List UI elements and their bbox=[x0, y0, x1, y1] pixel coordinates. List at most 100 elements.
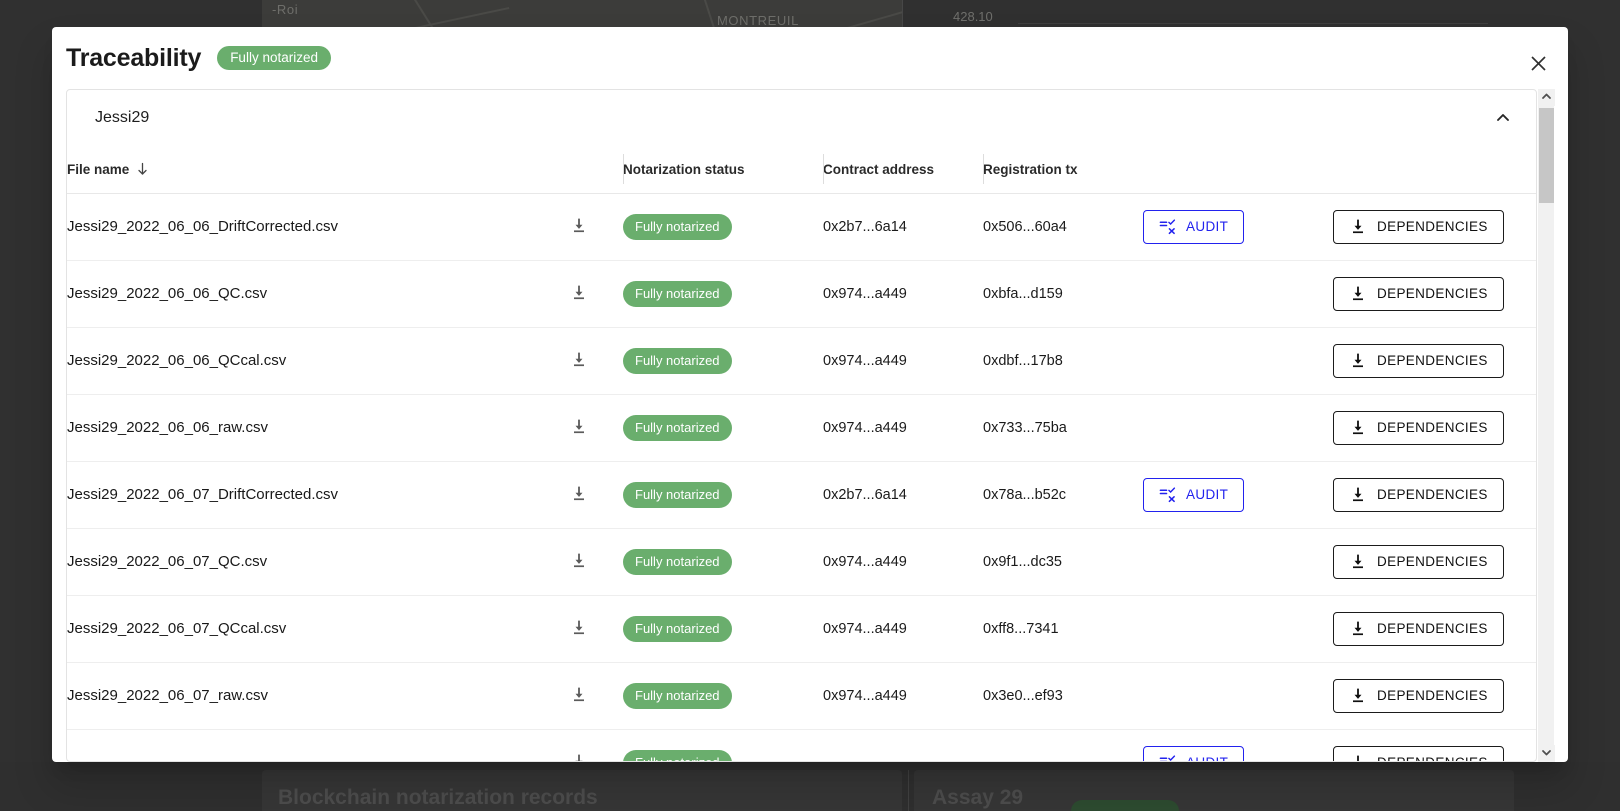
background-heading-records: Blockchain notarization records bbox=[278, 786, 598, 809]
audit-button[interactable]: AUDIT bbox=[1143, 477, 1245, 512]
audit-button-label: AUDIT bbox=[1186, 487, 1229, 502]
cell-dependencies: DEPENDENCIES bbox=[1333, 193, 1536, 260]
cell-contract-address: 0x974...a449 bbox=[823, 527, 983, 595]
dependencies-button-label: DEPENDENCIES bbox=[1377, 688, 1488, 703]
status-badge: Fully notarized bbox=[623, 280, 732, 307]
dependencies-button[interactable]: DEPENDENCIES bbox=[1333, 410, 1504, 445]
cell-contract-address: 0x2b7...6a14 bbox=[823, 460, 983, 528]
dependencies-button[interactable]: DEPENDENCIES bbox=[1333, 745, 1504, 761]
dependencies-button[interactable]: DEPENDENCIES bbox=[1333, 611, 1504, 646]
traceability-dialog: Traceability Fully notarized Jessi29 Fil… bbox=[52, 27, 1568, 762]
download-icon[interactable] bbox=[567, 281, 591, 305]
cell-file-name: Jessi29_2022_06_06_DriftCorrected.csv bbox=[67, 218, 338, 235]
scrollbar-up-button[interactable] bbox=[1538, 89, 1555, 106]
download-icon[interactable] bbox=[567, 348, 591, 372]
close-button[interactable] bbox=[1524, 49, 1552, 77]
map-label-roi: -Roi bbox=[272, 2, 299, 17]
group-header-jessi29[interactable]: Jessi29 bbox=[67, 90, 1536, 146]
dependencies-button[interactable]: DEPENDENCIES bbox=[1333, 276, 1504, 311]
table-row: Jessi29_2022_06_07_QCcal.csv Fully notari… bbox=[67, 594, 1536, 662]
cell-registration-tx: 0xdbf...17b8 bbox=[983, 326, 1143, 394]
cell-audit bbox=[1143, 326, 1333, 394]
cell-contract-address: 0x2b7...6a14 bbox=[823, 218, 907, 235]
audit-button-label: AUDIT bbox=[1186, 219, 1229, 234]
download-icon bbox=[1349, 419, 1367, 437]
dependencies-button[interactable]: DEPENDENCIES bbox=[1333, 209, 1504, 244]
cell-dependencies: DEPENDENCIES bbox=[1333, 259, 1536, 327]
column-label-contract-address: Contract address bbox=[823, 161, 935, 177]
audit-button-label: AUDIT bbox=[1186, 755, 1228, 761]
download-icon bbox=[1349, 754, 1367, 761]
dependencies-button-label: DEPENDENCIES bbox=[1377, 286, 1488, 301]
download-icon[interactable] bbox=[567, 683, 591, 707]
column-label-file-name: File name bbox=[67, 161, 130, 177]
cell-file-name: Jessi29_2022_06_06_QCcal.csv bbox=[67, 326, 567, 394]
dependencies-button-label: DEPENDENCIES bbox=[1377, 219, 1488, 234]
dependencies-button-label: DEPENDENCIES bbox=[1377, 353, 1488, 368]
table-head: File name Notarization status Contract a… bbox=[67, 146, 1536, 194]
rule-icon bbox=[1159, 754, 1176, 761]
cell-download bbox=[567, 460, 623, 528]
cell-registration-tx: 0x78a...b52c bbox=[983, 460, 1143, 528]
cell-registration-tx: 0xff8...7341 bbox=[983, 594, 1143, 662]
cell-audit bbox=[1143, 661, 1333, 729]
audit-empty bbox=[1143, 632, 1144, 633]
rule-icon bbox=[1159, 218, 1176, 235]
column-header-notarization-status: Notarization status bbox=[623, 146, 823, 194]
page-title: Traceability bbox=[66, 43, 202, 72]
column-header-file-name[interactable]: File name bbox=[67, 146, 567, 194]
background-metric-value: 428.10 bbox=[953, 9, 993, 24]
table-row: Jessi29_2022_06_07_DriftCorrected.csv Ful… bbox=[67, 460, 1536, 528]
cell-audit bbox=[1143, 527, 1333, 595]
cell-audit bbox=[1143, 259, 1333, 327]
audit-empty bbox=[1143, 565, 1144, 566]
cell-status: Fully notarized bbox=[623, 326, 823, 394]
download-icon[interactable] bbox=[567, 549, 591, 573]
cell-contract-address: 0x974...a449 bbox=[823, 661, 983, 729]
traceability-panel: Jessi29 File name Notarization status Co… bbox=[66, 89, 1537, 762]
status-badge: Fully notarized bbox=[623, 749, 732, 761]
cell-download bbox=[567, 527, 623, 595]
cell-registration-tx: 0x9f1...dc35 bbox=[983, 527, 1143, 595]
download-icon bbox=[1349, 486, 1367, 504]
chevron-up-icon[interactable] bbox=[1494, 109, 1512, 127]
table-row: Jessi29_2022_06_06_raw.csv Fully notarize… bbox=[67, 393, 1536, 461]
cell-download bbox=[567, 661, 623, 729]
download-icon[interactable] bbox=[567, 214, 591, 238]
dependencies-button[interactable]: DEPENDENCIES bbox=[1333, 343, 1504, 378]
download-icon bbox=[1349, 553, 1367, 571]
cell-download bbox=[567, 728, 623, 761]
cell-registration-tx: 0x506...60a4 bbox=[983, 218, 1067, 235]
download-icon[interactable] bbox=[567, 616, 591, 640]
dependencies-button[interactable]: DEPENDENCIES bbox=[1333, 678, 1504, 713]
background-lower-divider bbox=[908, 770, 909, 811]
cell-status: Fully notarized bbox=[623, 393, 823, 461]
dependencies-button[interactable]: DEPENDENCIES bbox=[1333, 477, 1504, 512]
download-icon[interactable] bbox=[567, 482, 591, 506]
traceability-table: File name Notarization status Contract a… bbox=[67, 146, 1536, 761]
table-body: Jessi29_2022_06_06_DriftCorrected.csv Ful… bbox=[67, 193, 1536, 761]
scrollbar-thumb[interactable] bbox=[1539, 108, 1554, 203]
download-icon[interactable] bbox=[567, 750, 591, 761]
cell-audit: AUDIT bbox=[1143, 728, 1333, 761]
cell-file-name bbox=[67, 728, 567, 761]
background-status-pill bbox=[1071, 800, 1179, 811]
audit-button[interactable]: AUDIT bbox=[1143, 209, 1245, 244]
column-header-audit bbox=[1143, 146, 1333, 194]
audit-button[interactable]: AUDIT bbox=[1143, 745, 1245, 761]
cell-status: Fully notarized bbox=[623, 527, 823, 595]
cell-registration-tx: 0x3e0...ef93 bbox=[983, 661, 1143, 729]
dependencies-button[interactable]: DEPENDENCIES bbox=[1333, 544, 1504, 579]
column-header-dependencies bbox=[1333, 146, 1536, 194]
download-icon[interactable] bbox=[567, 415, 591, 439]
cell-dependencies: DEPENDENCIES bbox=[1333, 527, 1536, 595]
status-badge: Fully notarized bbox=[623, 213, 732, 240]
cell-contract-address: 0x974...a449 bbox=[823, 594, 983, 662]
download-icon bbox=[1349, 620, 1367, 638]
download-icon bbox=[1349, 218, 1367, 236]
cell-registration-tx: 0x733...75ba bbox=[983, 393, 1143, 461]
scrollbar-down-button[interactable] bbox=[1538, 745, 1555, 762]
column-header-contract-address: Contract address bbox=[823, 146, 983, 194]
dialog-scrollbar[interactable] bbox=[1537, 89, 1555, 762]
cell-status: Fully notarized bbox=[623, 259, 823, 327]
